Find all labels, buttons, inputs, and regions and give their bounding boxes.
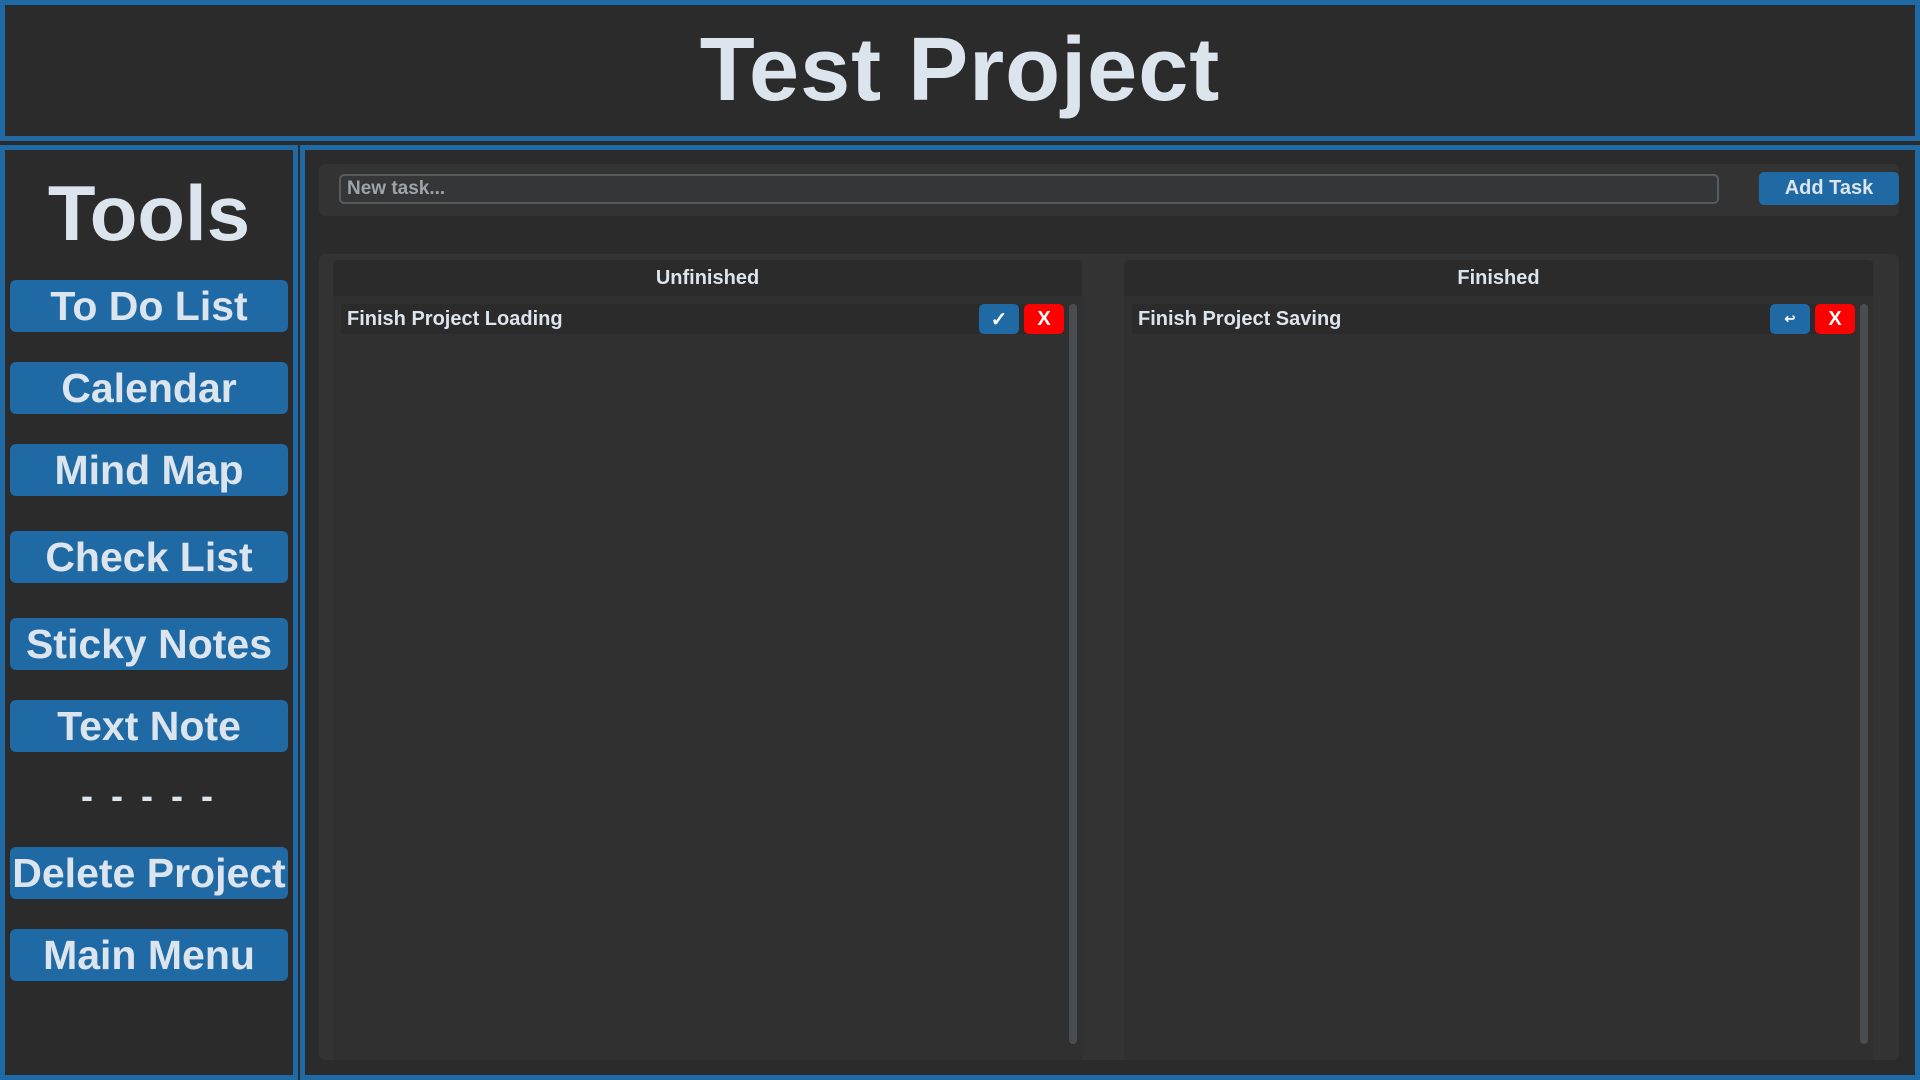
complete-task-button[interactable]: ✓ — [979, 304, 1019, 334]
header-bar: Test Project — [0, 0, 1920, 141]
close-icon: X — [1828, 307, 1842, 330]
mind-map-button[interactable]: Mind Map — [10, 444, 288, 496]
unfinished-column: Unfinished Finish Project Loading ✓ X — [333, 260, 1082, 1060]
add-task-button[interactable]: Add Task — [1759, 172, 1899, 205]
to-do-list-button[interactable]: To Do List — [10, 280, 288, 332]
calendar-button[interactable]: Calendar — [10, 362, 288, 414]
restore-task-button[interactable]: ↩ — [1770, 304, 1810, 334]
delete-task-button[interactable]: X — [1815, 304, 1855, 334]
text-note-button[interactable]: Text Note — [10, 700, 288, 752]
tools-sidebar: Tools To Do List Calendar Mind Map Check… — [0, 145, 298, 1080]
check-icon: ✓ — [990, 308, 1008, 331]
unfinished-header: Unfinished — [333, 260, 1082, 296]
task-columns: Unfinished Finish Project Loading ✓ X Fi… — [319, 254, 1899, 1060]
sticky-notes-button[interactable]: Sticky Notes — [10, 618, 288, 670]
sidebar-separator: - - - - - — [81, 775, 217, 816]
new-task-input[interactable] — [339, 174, 1719, 204]
finished-scrollbar[interactable] — [1860, 304, 1868, 1044]
finished-header: Finished — [1124, 260, 1873, 296]
list-item: Finish Project Loading ✓ X — [341, 304, 1064, 334]
finished-column: Finished Finish Project Saving ↩ X — [1124, 260, 1873, 1060]
project-title: Test Project — [699, 20, 1221, 120]
task-label: Finish Project Loading — [347, 308, 563, 330]
unfinished-scrollbar[interactable] — [1069, 304, 1077, 1044]
undo-icon: ↩ — [1784, 311, 1796, 326]
delete-task-button[interactable]: X — [1024, 304, 1064, 334]
list-item: Finish Project Saving ↩ X — [1132, 304, 1855, 334]
delete-project-button[interactable]: Delete Project — [10, 847, 288, 899]
task-entry-bar: Add Task — [319, 164, 1899, 216]
tools-heading: Tools — [47, 169, 251, 257]
close-icon: X — [1037, 307, 1051, 330]
task-label: Finish Project Saving — [1138, 308, 1342, 330]
main-menu-button[interactable]: Main Menu — [10, 929, 288, 981]
check-list-button[interactable]: Check List — [10, 531, 288, 583]
todo-main-panel: Add Task Unfinished Finish Project Loadi… — [300, 145, 1920, 1080]
